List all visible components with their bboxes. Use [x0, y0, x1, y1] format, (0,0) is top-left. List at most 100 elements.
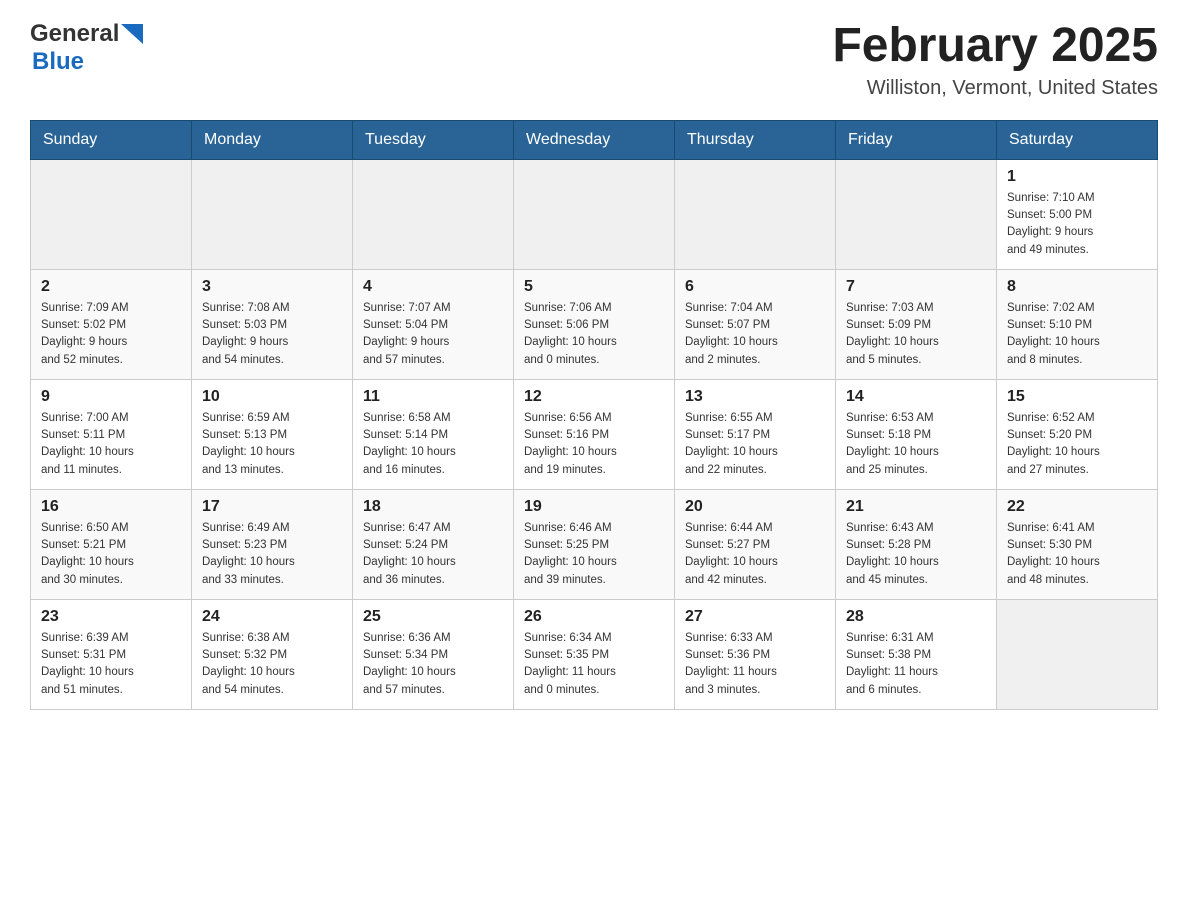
day-info: Sunrise: 7:08 AM Sunset: 5:03 PM Dayligh…: [202, 300, 342, 369]
calendar-cell: [997, 599, 1158, 709]
calendar-cell: 25Sunrise: 6:36 AM Sunset: 5:34 PM Dayli…: [353, 599, 514, 709]
calendar-table: SundayMondayTuesdayWednesdayThursdayFrid…: [30, 120, 1158, 710]
calendar-cell: 16Sunrise: 6:50 AM Sunset: 5:21 PM Dayli…: [31, 489, 192, 599]
day-number: 3: [202, 278, 342, 296]
day-info: Sunrise: 7:06 AM Sunset: 5:06 PM Dayligh…: [524, 300, 664, 369]
calendar-cell: 10 Sunrise: 6:59 AM Sunset: 5:13 PM Dayli…: [192, 379, 353, 489]
day-info: Sunrise: 7:09 AM Sunset: 5:02 PM Dayligh…: [41, 300, 181, 369]
calendar-cell: [31, 159, 192, 269]
day-number: 25: [363, 608, 503, 626]
day-info: Sunrise: 7:03 AM Sunset: 5:09 PM Dayligh…: [846, 300, 986, 369]
weekday-header-wednesday: Wednesday: [514, 120, 675, 159]
calendar-cell: 24Sunrise: 6:38 AM Sunset: 5:32 PM Dayli…: [192, 599, 353, 709]
calendar-cell: 7 Sunrise: 7:03 AM Sunset: 5:09 PM Daylig…: [836, 269, 997, 379]
day-info: Sunrise: 6:41 AM Sunset: 5:30 PM Dayligh…: [1007, 520, 1147, 589]
day-number: 15: [1007, 388, 1147, 406]
day-info: Sunrise: 6:59 AM Sunset: 5:13 PM Dayligh…: [202, 410, 342, 479]
month-title: February 2025: [832, 20, 1158, 73]
day-number: 4: [363, 278, 503, 296]
calendar-cell: 8Sunrise: 7:02 AM Sunset: 5:10 PM Daylig…: [997, 269, 1158, 379]
calendar-cell: 4 Sunrise: 7:07 AM Sunset: 5:04 PM Daylig…: [353, 269, 514, 379]
day-number: 20: [685, 498, 825, 516]
day-number: 27: [685, 608, 825, 626]
weekday-header-saturday: Saturday: [997, 120, 1158, 159]
calendar-cell: 6 Sunrise: 7:04 AM Sunset: 5:07 PM Daylig…: [675, 269, 836, 379]
day-number: 14: [846, 388, 986, 406]
day-info: Sunrise: 6:55 AM Sunset: 5:17 PM Dayligh…: [685, 410, 825, 479]
day-info: Sunrise: 6:39 AM Sunset: 5:31 PM Dayligh…: [41, 630, 181, 699]
calendar-cell: [836, 159, 997, 269]
day-number: 17: [202, 498, 342, 516]
calendar-week-row: 1 Sunrise: 7:10 AM Sunset: 5:00 PM Daylig…: [31, 159, 1158, 269]
logo: General Blue: [30, 20, 143, 76]
logo-triangle-icon: [121, 24, 143, 46]
logo-general-text: General: [30, 20, 119, 48]
day-info: Sunrise: 6:52 AM Sunset: 5:20 PM Dayligh…: [1007, 410, 1147, 479]
day-number: 5: [524, 278, 664, 296]
day-number: 13: [685, 388, 825, 406]
weekday-header-tuesday: Tuesday: [353, 120, 514, 159]
page-header: General Blue February 2025 Williston, Ve…: [30, 20, 1158, 100]
location-subtitle: Williston, Vermont, United States: [832, 77, 1158, 100]
day-info: Sunrise: 6:46 AM Sunset: 5:25 PM Dayligh…: [524, 520, 664, 589]
day-info: Sunrise: 6:47 AM Sunset: 5:24 PM Dayligh…: [363, 520, 503, 589]
day-number: 12: [524, 388, 664, 406]
day-number: 22: [1007, 498, 1147, 516]
calendar-cell: [675, 159, 836, 269]
day-number: 7: [846, 278, 986, 296]
calendar-cell: 11Sunrise: 6:58 AM Sunset: 5:14 PM Dayli…: [353, 379, 514, 489]
day-number: 18: [363, 498, 503, 516]
calendar-week-row: 23 Sunrise: 6:39 AM Sunset: 5:31 PM Dayli…: [31, 599, 1158, 709]
calendar-cell: 12Sunrise: 6:56 AM Sunset: 5:16 PM Dayli…: [514, 379, 675, 489]
day-number: 16: [41, 498, 181, 516]
calendar-cell: 5 Sunrise: 7:06 AM Sunset: 5:06 PM Daylig…: [514, 269, 675, 379]
day-info: Sunrise: 6:53 AM Sunset: 5:18 PM Dayligh…: [846, 410, 986, 479]
day-info: Sunrise: 7:07 AM Sunset: 5:04 PM Dayligh…: [363, 300, 503, 369]
day-number: 19: [524, 498, 664, 516]
calendar-cell: 21 Sunrise: 6:43 AM Sunset: 5:28 PM Dayli…: [836, 489, 997, 599]
calendar-cell: 15 Sunrise: 6:52 AM Sunset: 5:20 PM Dayli…: [997, 379, 1158, 489]
calendar-cell: 2 Sunrise: 7:09 AM Sunset: 5:02 PM Daylig…: [31, 269, 192, 379]
day-info: Sunrise: 7:02 AM Sunset: 5:10 PM Dayligh…: [1007, 300, 1147, 369]
day-number: 21: [846, 498, 986, 516]
day-info: Sunrise: 6:33 AM Sunset: 5:36 PM Dayligh…: [685, 630, 825, 699]
day-number: 24: [202, 608, 342, 626]
calendar-cell: [192, 159, 353, 269]
day-number: 6: [685, 278, 825, 296]
title-section: February 2025 Williston, Vermont, United…: [832, 20, 1158, 100]
day-number: 10: [202, 388, 342, 406]
calendar-cell: 13 Sunrise: 6:55 AM Sunset: 5:17 PM Dayli…: [675, 379, 836, 489]
calendar-cell: 3 Sunrise: 7:08 AM Sunset: 5:03 PM Daylig…: [192, 269, 353, 379]
calendar-cell: 26 Sunrise: 6:34 AM Sunset: 5:35 PM Dayli…: [514, 599, 675, 709]
day-info: Sunrise: 6:49 AM Sunset: 5:23 PM Dayligh…: [202, 520, 342, 589]
calendar-cell: 20 Sunrise: 6:44 AM Sunset: 5:27 PM Dayli…: [675, 489, 836, 599]
calendar-cell: 22 Sunrise: 6:41 AM Sunset: 5:30 PM Dayli…: [997, 489, 1158, 599]
calendar-cell: [353, 159, 514, 269]
day-info: Sunrise: 7:04 AM Sunset: 5:07 PM Dayligh…: [685, 300, 825, 369]
calendar-cell: 17 Sunrise: 6:49 AM Sunset: 5:23 PM Dayli…: [192, 489, 353, 599]
weekday-header-friday: Friday: [836, 120, 997, 159]
day-info: Sunrise: 6:31 AM Sunset: 5:38 PM Dayligh…: [846, 630, 986, 699]
day-info: Sunrise: 6:34 AM Sunset: 5:35 PM Dayligh…: [524, 630, 664, 699]
day-number: 11: [363, 388, 503, 406]
day-info: Sunrise: 7:00 AM Sunset: 5:11 PM Dayligh…: [41, 410, 181, 479]
weekday-header-monday: Monday: [192, 120, 353, 159]
day-number: 28: [846, 608, 986, 626]
day-info: Sunrise: 6:43 AM Sunset: 5:28 PM Dayligh…: [846, 520, 986, 589]
calendar-cell: 23 Sunrise: 6:39 AM Sunset: 5:31 PM Dayli…: [31, 599, 192, 709]
day-info: Sunrise: 6:44 AM Sunset: 5:27 PM Dayligh…: [685, 520, 825, 589]
day-number: 1: [1007, 168, 1147, 186]
day-number: 23: [41, 608, 181, 626]
day-number: 2: [41, 278, 181, 296]
day-number: 26: [524, 608, 664, 626]
logo-blue-text: Blue: [32, 48, 84, 76]
calendar-cell: 18 Sunrise: 6:47 AM Sunset: 5:24 PM Dayli…: [353, 489, 514, 599]
calendar-cell: 27 Sunrise: 6:33 AM Sunset: 5:36 PM Dayli…: [675, 599, 836, 709]
weekday-header-thursday: Thursday: [675, 120, 836, 159]
calendar-cell: 19 Sunrise: 6:46 AM Sunset: 5:25 PM Dayli…: [514, 489, 675, 599]
calendar-cell: [514, 159, 675, 269]
day-info: Sunrise: 7:10 AM Sunset: 5:00 PM Dayligh…: [1007, 190, 1147, 259]
calendar-week-row: 9 Sunrise: 7:00 AM Sunset: 5:11 PM Daylig…: [31, 379, 1158, 489]
day-number: 9: [41, 388, 181, 406]
calendar-cell: 1 Sunrise: 7:10 AM Sunset: 5:00 PM Daylig…: [997, 159, 1158, 269]
